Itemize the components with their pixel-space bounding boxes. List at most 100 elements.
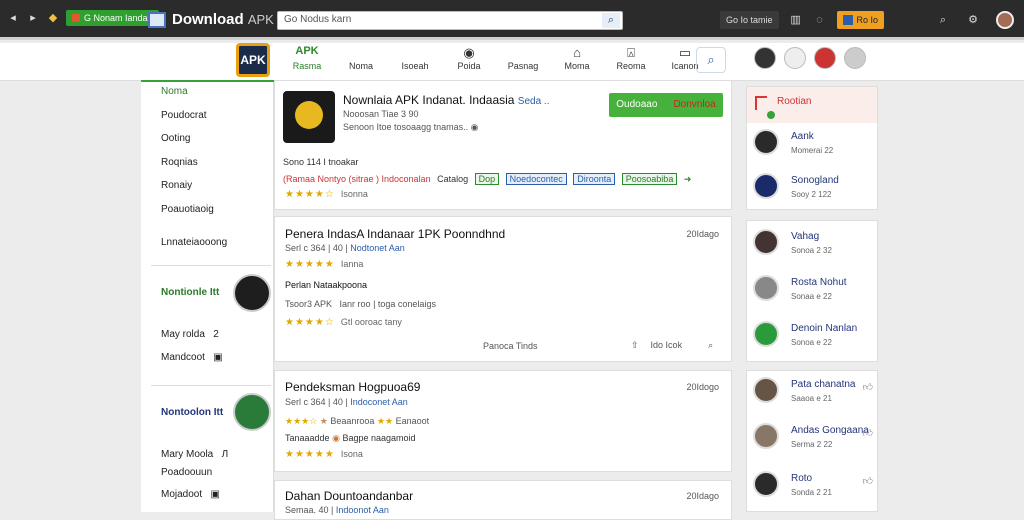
sidebar-item-ooting[interactable]: Ooting — [161, 133, 190, 144]
user-avatar-1[interactable] — [784, 47, 806, 69]
card-date: 20Idago — [686, 491, 719, 501]
avatar — [753, 229, 779, 255]
related-item[interactable]: Aank Momerai 22 — [753, 129, 873, 163]
app-icon[interactable] — [283, 91, 335, 143]
tag[interactable]: Poosoabiba — [621, 173, 678, 185]
promo-button[interactable]: G Nonam Iandaa — [66, 10, 159, 26]
nav-home-2[interactable]: ⌂ Moma — [550, 45, 604, 71]
sidebar-feature-link[interactable]: Mojadoot ▣ — [161, 489, 220, 500]
bookmark-icon[interactable]: ▥ — [789, 13, 803, 27]
arrow-icon[interactable]: ➜ — [684, 174, 692, 184]
language-button[interactable]: Go Io tamie — [720, 11, 779, 29]
developer-link[interactable]: Nodtonet Aan — [350, 243, 405, 253]
avatar — [753, 173, 779, 199]
sidebar-item-home[interactable]: Noma — [161, 86, 188, 97]
search-icon[interactable]: ⌕ — [602, 13, 620, 28]
sidebar-feature-title[interactable]: Nontionle Itt — [161, 287, 219, 298]
search-icon — [388, 45, 442, 61]
apk-icon: APK — [295, 45, 319, 57]
related-item[interactable]: Denoin Nanlan Sonoa e 22 — [753, 321, 873, 355]
sidebar-feature-link[interactable]: Mary Moola Л — [161, 449, 228, 460]
pin-icon: ⍓ — [627, 45, 635, 60]
search-icon[interactable]: ⌕ — [708, 340, 713, 351]
app-tags-row: (Ramaa Nontyo (sitrae ) Indoconalan Cata… — [283, 173, 692, 185]
card-title[interactable]: Dahan Dountoandanbar — [285, 489, 413, 503]
sidebar-active-bar — [141, 80, 274, 82]
title-link[interactable]: Seda .. — [518, 96, 550, 107]
sidebar-item-regions[interactable]: Roqnias — [161, 157, 198, 168]
card-meta: Serl c 364 | 40 | Indoconet Aan — [285, 397, 408, 407]
app-size: Sono 114 I tnoakar — [283, 157, 359, 167]
diamond-icon[interactable]: ◆ — [46, 11, 60, 25]
sidebar-divider — [151, 265, 271, 266]
user-avatar-3[interactable] — [844, 47, 866, 69]
related-item[interactable]: Rosta Nohut Sonaa e 22 — [753, 275, 873, 309]
user-avatar-2[interactable] — [814, 47, 836, 69]
like-icon[interactable]: 👍︎ — [863, 381, 873, 393]
app-list-card[interactable]: Dahan Dountoandanbar 20Idago Semaa. 40 |… — [274, 480, 732, 520]
nav-popular[interactable]: ◉ Poida — [442, 45, 496, 71]
sidebar-feature-link[interactable]: May rolda 2 — [161, 329, 219, 340]
profile-avatar[interactable] — [996, 11, 1014, 29]
related-panel: Vahag Sonoa 2 32 Rosta Nohut Sonaa e 22 … — [746, 220, 878, 362]
related-item[interactable]: Roto Sonda 2 21 👍︎ — [753, 471, 873, 505]
card-submeta: ★★★☆ ★ Beaanrooa ★★ Eanaoot — [285, 416, 430, 426]
related-item[interactable]: Sonogland Sooy 2 122 — [753, 173, 873, 207]
developer-link[interactable]: Indoonot Aan — [336, 505, 389, 515]
avatar — [753, 275, 779, 301]
site-search-input[interactable]: Go Nodus karn ⌕ — [277, 11, 623, 30]
back-icon[interactable]: ◂ — [6, 11, 20, 25]
sidebar-feature-link[interactable]: Mandcoot ▣ — [161, 352, 223, 363]
forward-icon[interactable]: ▸ — [26, 11, 40, 25]
nav-new[interactable]: Noma — [334, 45, 388, 71]
account-button[interactable]: Ro Io — [836, 11, 885, 29]
refresh-icon[interactable]: ◌ — [813, 13, 827, 27]
app-list-card[interactable]: Pendeksman Hogpuoa69 20Idogo Serl c 364 … — [274, 370, 732, 472]
browser-toolbar: ◂ ▸ ◆ G Nonam Iandaa Download APK Go Nod… — [0, 0, 1024, 40]
app-hero-card: Nownlaia APK Indanat. Indaasia Seda .. N… — [274, 80, 732, 210]
card-submeta: Tsoor3 APK Ianr roo | toga conelaigs — [285, 299, 436, 309]
app-version: Nooosan Tiae 3 90 — [343, 109, 419, 119]
android-icon[interactable] — [754, 47, 776, 69]
download-button[interactable]: Oudoaao Donvnloa — [609, 93, 723, 117]
sidebar-feature-title[interactable]: Nontoolon Itt — [161, 407, 223, 418]
brand-name: Download — [172, 11, 244, 28]
related-panel: Pata chanatna Saaoa e 21 👍︎ Andas Gongaa… — [746, 370, 878, 512]
feature-thumb[interactable] — [233, 274, 271, 312]
developer-link[interactable]: Indoconet Aan — [350, 397, 408, 407]
site-brand[interactable]: Download APK — [148, 11, 274, 28]
related-item[interactable]: Andas Gongaana Serma 2 22 👍︎ — [753, 423, 873, 457]
card-title[interactable]: Penera IndasA Indanaar 1PK Poonndhnd — [285, 227, 505, 241]
like-icon[interactable]: 👍︎ — [863, 427, 873, 439]
sidebar-item-latest[interactable]: Lnnateiaooong — [161, 237, 227, 248]
app-title: Nownlaia APK Indanat. Indaasia Seda .. — [343, 93, 550, 107]
online-dot-icon — [767, 111, 775, 119]
related-item[interactable]: Pata chanatna Saaoa e 21 👍︎ — [753, 377, 873, 411]
app-logo[interactable]: APK — [236, 43, 270, 77]
tag[interactable]: Dop — [474, 173, 500, 185]
like-icon[interactable]: 👍︎ — [863, 475, 873, 487]
nav-home[interactable]: APK Rasma — [280, 45, 334, 71]
card-title[interactable]: Pendeksman Hogpuoa69 — [285, 380, 420, 394]
nav-reviews[interactable]: ⍓ Reoma — [604, 45, 658, 71]
tag[interactable]: Noedocontec — [505, 173, 567, 185]
sidebar-item-popular[interactable]: Poudocrat — [161, 110, 207, 121]
search-icon[interactable]: ⌕ — [936, 13, 950, 27]
star-rating: ★★★★★ Ianna — [285, 259, 364, 270]
app-list-card[interactable]: Penera IndasA Indanaar 1PK Poonndhnd 20I… — [274, 216, 732, 362]
card-date: 20Idago — [686, 229, 719, 239]
nav-search[interactable]: Isoeah — [388, 45, 442, 71]
sidebar-item-rating[interactable]: Ronaiy — [161, 180, 192, 191]
card-date: 20Idogo — [686, 382, 719, 392]
nav-passage[interactable]: Pasnag — [496, 45, 550, 71]
tag[interactable]: Diroonta — [573, 173, 616, 185]
related-item[interactable]: Vahag Sonoa 2 32 — [753, 229, 873, 263]
settings-icon[interactable]: ⚙ — [966, 13, 980, 27]
sidebar-item-paid[interactable]: Poauotiaoig — [161, 204, 214, 215]
nav-search-button[interactable]: ⌕ — [696, 47, 726, 73]
star-rating: ★★★★★ Isona — [285, 449, 363, 460]
share-icon[interactable]: ⇧ — [631, 340, 639, 351]
promo-icon — [72, 14, 80, 22]
sidebar-feature-link[interactable]: Poadoouun — [161, 467, 212, 478]
feature-thumb[interactable] — [233, 393, 271, 431]
